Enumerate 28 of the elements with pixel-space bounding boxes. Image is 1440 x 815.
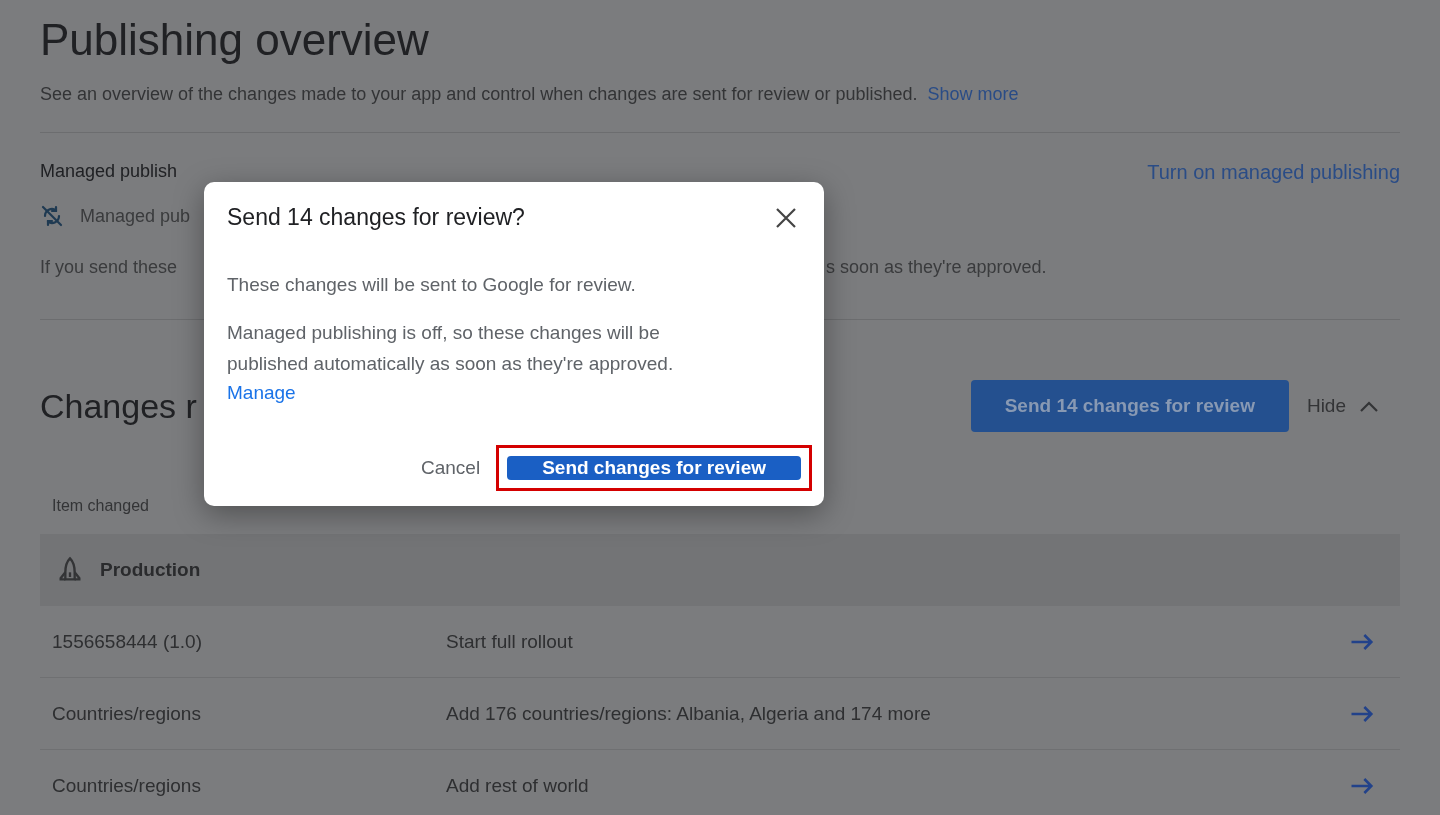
send-changes-button[interactable]: Send changes for review: [507, 455, 801, 480]
cancel-button[interactable]: Cancel: [409, 443, 493, 493]
manage-link[interactable]: Manage: [227, 379, 296, 408]
table-cell-text: Start full rollout: [446, 629, 574, 654]
table-cell-text: Countries/regions: [52, 701, 202, 726]
page-title: Publishing overview: [40, 14, 430, 66]
turn-on-managed-publishing-link[interactable]: Turn on managed publishing: [1147, 156, 1400, 187]
close-icon[interactable]: [776, 208, 796, 228]
section-heading: Changes r: [40, 385, 197, 427]
info-text: If you send these: [40, 255, 179, 279]
page-description: See an overview of the changes made to your app and control when changes are sent for review or published.: [40, 83, 918, 104]
table-cell-text: Add 176 countries/regions: Albania, Algeria and 174 more: [446, 701, 932, 726]
column-header: Item changed: [51, 497, 150, 515]
hide-toggle[interactable]: Hide: [1306, 391, 1378, 421]
section-heading: Managed publish: [40, 160, 178, 184]
dialog-title: Send 14 changes for review?: [227, 204, 525, 232]
table-cell-text: 1556658444 (1.0): [52, 629, 203, 654]
send-changes-button[interactable]: Send 14 changes for review: [970, 379, 1289, 433]
dialog-text: These changes will be sent to Google for review.: [227, 273, 637, 297]
table-cell-text: Add rest of world: [446, 773, 590, 798]
table-cell-text: Countries/regions: [52, 773, 202, 798]
info-text: s soon as they're approved.: [826, 255, 1048, 279]
chevron-icon: [1360, 400, 1378, 412]
sync-off-icon: [40, 204, 64, 229]
status-text: Managed pub: [80, 204, 191, 228]
show-more-link[interactable]: Show more: [927, 83, 1019, 104]
group-name: Production: [100, 558, 201, 583]
dialog-text: Managed publishing is off, so these changes will be published automatically as soon as they're approved.: [227, 321, 675, 376]
